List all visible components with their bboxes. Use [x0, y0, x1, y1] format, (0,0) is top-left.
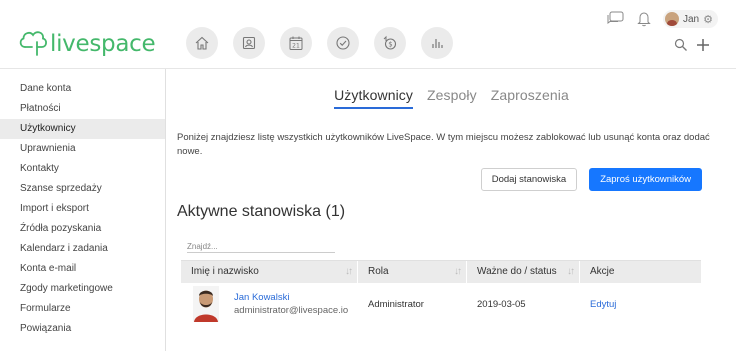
logo[interactable]: livespace — [18, 22, 156, 57]
user-email: administrator@livespace.io — [234, 304, 349, 316]
sidebar-item[interactable]: Źródła pozyskania — [0, 219, 165, 239]
column-header-label: Ważne do / status — [477, 266, 557, 277]
sidebar-item[interactable]: Powiązania — [0, 319, 165, 339]
column-header-label: Imię i nazwisko — [191, 266, 259, 277]
user-cell: Jan Kowalski administrator@livespace.io — [181, 286, 358, 322]
sort-icon[interactable]: ↓↑ — [567, 261, 575, 283]
nav-reports-button[interactable] — [421, 27, 453, 59]
top-header: livespace 21 $ Jan ⚙ — [0, 0, 736, 68]
sort-icon[interactable]: ↓↑ — [345, 261, 353, 283]
nav-tasks-button[interactable] — [327, 27, 359, 59]
contacts-icon — [242, 36, 256, 50]
main-content: Użytkownicy Zespoły Zaproszenia Poniżej zn… — [167, 69, 736, 351]
sidebar-item[interactable]: Szanse sprzedaży — [0, 179, 165, 199]
sidebar-item[interactable]: Dane konta — [0, 79, 165, 99]
sidebar-item[interactable]: Kalendarz i zadania — [0, 239, 165, 259]
sort-icon[interactable]: ↓↑ — [454, 261, 462, 283]
users-table: Imię i nazwisko ↓↑ Rola ↓↑ Ważne do / stat… — [181, 260, 701, 325]
gear-icon[interactable]: ⚙ — [703, 13, 713, 26]
sidebar-item[interactable]: Import i eksport — [0, 199, 165, 219]
nav-contacts-button[interactable] — [233, 27, 265, 59]
nav-home-button[interactable] — [186, 27, 218, 59]
search-input[interactable] — [187, 242, 335, 251]
calendar-day: 21 — [292, 43, 300, 50]
sidebar-item[interactable]: Użytkownicy — [0, 119, 165, 139]
role-cell: Administrator — [368, 298, 424, 310]
user-avatar — [665, 12, 679, 26]
user-name-link[interactable]: Jan Kowalski — [234, 292, 348, 304]
top-actions — [674, 38, 710, 52]
tab[interactable]: Zespoły — [427, 87, 477, 109]
user-name: Jan — [683, 13, 700, 25]
edit-link[interactable]: Edytuj — [590, 299, 616, 310]
column-header-label: Rola — [368, 266, 389, 277]
column-header-role[interactable]: Rola ↓↑ — [358, 261, 467, 283]
sidebar-item[interactable]: Formularze — [0, 299, 165, 319]
intro-text: Poniżej znajdziesz listę wszystkich użyt… — [177, 132, 710, 157]
nav-deals-button[interactable]: $ — [374, 27, 406, 59]
bell-icon[interactable] — [637, 11, 651, 27]
user-avatar — [193, 286, 219, 322]
svg-text:$: $ — [388, 41, 392, 49]
table-header: Imię i nazwisko ↓↑ Rola ↓↑ Ważne do / stat… — [181, 260, 701, 283]
reports-icon — [432, 39, 443, 48]
deals-icon: $ — [383, 35, 397, 50]
tab[interactable]: Zaproszenia — [491, 87, 569, 109]
column-header-label: Akcje — [590, 266, 615, 277]
actions-cell: Edytuj — [580, 299, 701, 310]
settings-sidebar: Dane konta Płatności Użytkownicy Uprawnieni… — [0, 69, 166, 351]
home-icon — [195, 36, 209, 50]
section-title: Aktywne stanowiska (1) — [177, 203, 346, 220]
table-row: Jan Kowalski administrator@livespace.io … — [181, 283, 701, 325]
action-buttons: Dodaj stanowiska Zaproś użytkowników — [480, 168, 702, 191]
sidebar-item[interactable]: Uprawnienia — [0, 139, 165, 159]
user-info: Jan Kowalski administrator@livespace.io — [234, 292, 348, 317]
add-icon[interactable] — [696, 38, 710, 52]
tabs: Użytkownicy Zespoły Zaproszenia — [167, 87, 736, 109]
logo-icon — [19, 31, 47, 56]
search-field — [187, 236, 335, 253]
column-header-name[interactable]: Imię i nazwisko ↓↑ — [181, 261, 358, 283]
chat-icon[interactable] — [605, 11, 625, 27]
column-header-actions: Akcje — [580, 261, 701, 283]
nav-calendar-button[interactable]: 21 — [280, 27, 312, 59]
column-header-valid-until[interactable]: Ważne do / status ↓↑ — [467, 261, 580, 283]
user-menu[interactable]: Jan ⚙ — [663, 10, 718, 28]
top-right-tools: Jan ⚙ — [605, 10, 718, 28]
calendar-icon: 21 — [289, 36, 303, 50]
main-nav: 21 $ — [186, 27, 453, 59]
search-icon[interactable] — [674, 38, 688, 52]
logo-text: livespace — [50, 31, 156, 57]
sidebar-item[interactable]: Kontakty — [0, 159, 165, 179]
tasks-icon — [336, 36, 350, 50]
tab[interactable]: Użytkownicy — [334, 87, 413, 109]
sidebar-item[interactable]: Płatności — [0, 99, 165, 119]
invite-users-button[interactable]: Zaproś użytkowników — [589, 168, 702, 191]
add-positions-button[interactable]: Dodaj stanowiska — [480, 168, 578, 191]
sidebar-item[interactable]: Zgody marketingowe — [0, 279, 165, 299]
sidebar-item[interactable]: Konta e-mail — [0, 259, 165, 279]
valid-until-cell: 2019-03-05 — [477, 298, 526, 310]
